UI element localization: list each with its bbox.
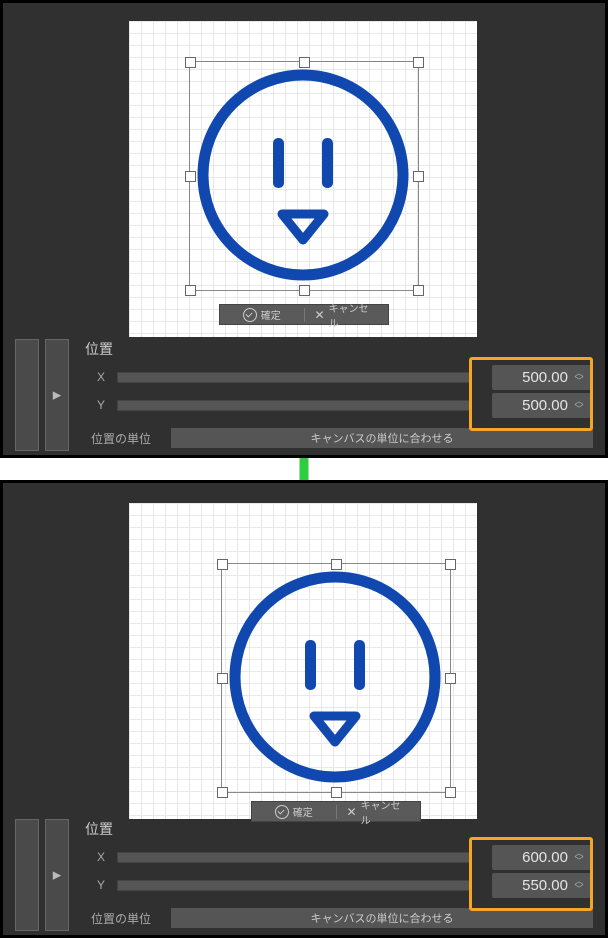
handle-tl[interactable] — [185, 57, 196, 68]
handle-r[interactable] — [413, 171, 424, 182]
confirm-label: 確定 — [261, 307, 281, 322]
panel-title: 位置 — [85, 819, 593, 839]
handle-bl[interactable] — [217, 787, 228, 798]
y-label: Y — [85, 398, 117, 412]
unit-label: 位置の単位 — [91, 910, 151, 927]
y-label: Y — [85, 878, 117, 892]
unit-dropdown[interactable]: キャンバスの単位に合わせる — [171, 908, 593, 928]
unit-value: キャンバスの単位に合わせる — [311, 910, 454, 926]
handle-tr[interactable] — [445, 559, 456, 570]
handle-t[interactable] — [331, 559, 342, 570]
unit-label: 位置の単位 — [91, 430, 151, 447]
cancel-label: キャンセル — [329, 300, 378, 330]
x-label: X — [85, 370, 117, 384]
cancel-button[interactable]: ✕キャンセル — [305, 305, 389, 324]
unit-dropdown[interactable]: キャンバスの単位に合わせる — [171, 428, 593, 448]
confirm-button[interactable]: 確定 — [220, 305, 304, 324]
y-slider[interactable] — [117, 400, 472, 411]
unit-value: キャンバスの単位に合わせる — [311, 430, 454, 446]
handle-l[interactable] — [217, 673, 228, 684]
handle-t[interactable] — [299, 57, 310, 68]
highlight-box — [469, 357, 593, 431]
highlight-box — [469, 837, 593, 911]
drawing-face — [228, 570, 442, 784]
handle-l[interactable] — [185, 171, 196, 182]
check-icon — [275, 805, 289, 819]
y-slider[interactable] — [117, 880, 472, 891]
drawing-face — [196, 68, 410, 282]
x-icon: ✕ — [347, 805, 357, 819]
x-slider[interactable] — [117, 372, 472, 383]
canvas-area[interactable]: 確定 ✕キャンセル — [129, 21, 477, 337]
handle-bl[interactable] — [185, 285, 196, 296]
handle-tr[interactable] — [413, 57, 424, 68]
handle-br[interactable] — [445, 787, 456, 798]
handle-br[interactable] — [413, 285, 424, 296]
x-label: X — [85, 850, 117, 864]
x-slider[interactable] — [117, 852, 472, 863]
confirm-label: 確定 — [293, 804, 313, 819]
transform-confirm-bar: 確定 ✕キャンセル — [219, 304, 389, 325]
handle-r[interactable] — [445, 673, 456, 684]
handle-tl[interactable] — [217, 559, 228, 570]
handle-b[interactable] — [299, 285, 310, 296]
check-icon — [243, 308, 257, 322]
panel-title: 位置 — [85, 339, 593, 359]
handle-b[interactable] — [331, 787, 342, 798]
canvas-area[interactable]: 確定 ✕キャンセル — [129, 503, 477, 819]
x-icon: ✕ — [315, 308, 325, 322]
